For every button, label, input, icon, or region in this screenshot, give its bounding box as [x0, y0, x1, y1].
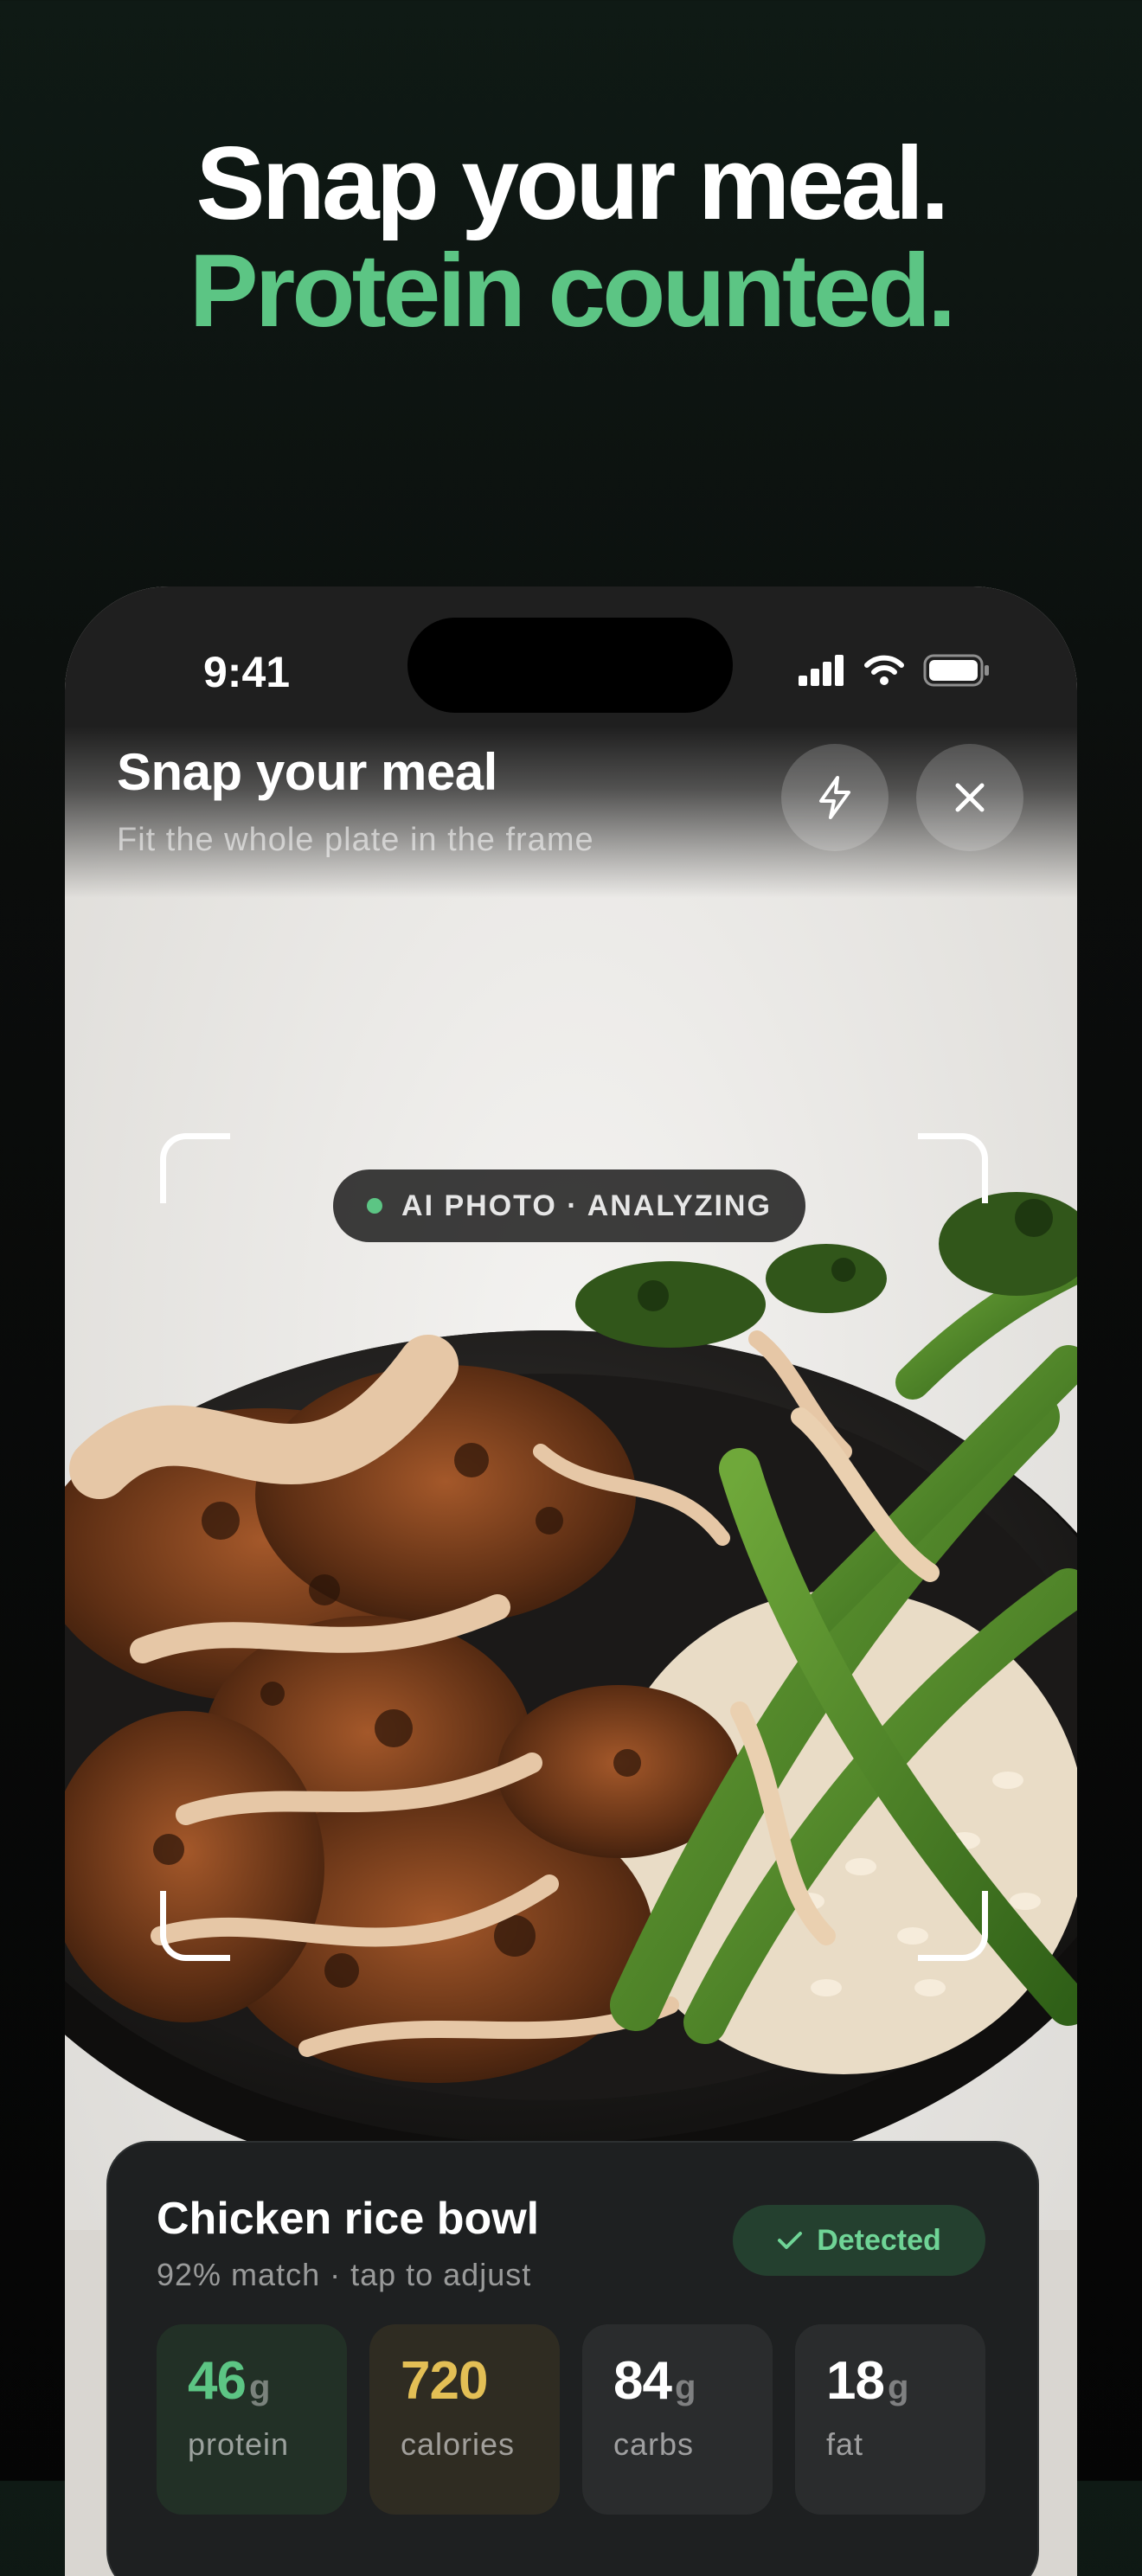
macro-label: calories [401, 2426, 516, 2462]
macro-label: carbs [613, 2426, 695, 2462]
camera-title: Snap your meal [117, 743, 497, 801]
ai-status-text: AI PHOTO · ANALYZING [401, 1189, 772, 1222]
lightning-bolt-icon [819, 776, 850, 819]
macro-tile-fat[interactable]: 18 g fat [795, 2324, 985, 2515]
match-subtitle[interactable]: 92% match · tap to adjust [157, 2257, 531, 2293]
headline-line-2: Protein counted. [189, 233, 957, 349]
camera-subtitle: Fit the whole plate in the frame [117, 822, 594, 858]
battery-icon [923, 654, 989, 687]
frame-corner-top-left [160, 1133, 230, 1203]
status-time: 9:41 [203, 648, 291, 696]
marketing-headline: Snap your meal. Protein counted. [0, 130, 1142, 344]
meal-name: Chicken rice bowl [157, 2194, 540, 2244]
macro-label: fat [826, 2426, 864, 2462]
status-dot [367, 1198, 383, 1214]
status-bar: 9:41 [65, 586, 1077, 716]
headline-line-1: Snap your meal. [196, 125, 950, 241]
detected-badge: Detected [733, 2205, 985, 2276]
status-icons [799, 654, 991, 687]
frame-corner-bottom-left [160, 1891, 230, 1961]
macro-value: 18 g [826, 2351, 908, 2411]
wifi-icon [864, 655, 904, 685]
cellular-signal-icon [799, 655, 844, 686]
frame-corner-top-right [918, 1133, 988, 1203]
frame-corner-bottom-right [918, 1891, 988, 1961]
macro-value: 84 g [613, 2351, 696, 2411]
macro-label: protein [188, 2426, 290, 2462]
detected-badge-label: Detected [817, 2223, 941, 2257]
close-button[interactable] [916, 744, 1023, 851]
detected-meal-card[interactable]: Chicken rice bowl 92% match · tap to adj… [106, 2141, 1039, 2576]
macro-value: 720 [401, 2351, 488, 2411]
macro-tile-protein[interactable]: 46 g protein [157, 2324, 347, 2515]
flash-button[interactable] [781, 744, 889, 851]
close-icon [955, 783, 985, 812]
macro-tile-calories[interactable]: 720 calories [369, 2324, 560, 2515]
phone-mockup: 9:41 Snap your meal Fit the whole plate … [65, 586, 1077, 2576]
macro-tile-carbs[interactable]: 84 g carbs [582, 2324, 773, 2515]
checkmark-icon [778, 2232, 803, 2249]
dynamic-island [407, 618, 733, 713]
ai-status-pill: AI PHOTO · ANALYZING [333, 1169, 805, 1242]
macro-value: 46 g [188, 2351, 270, 2411]
